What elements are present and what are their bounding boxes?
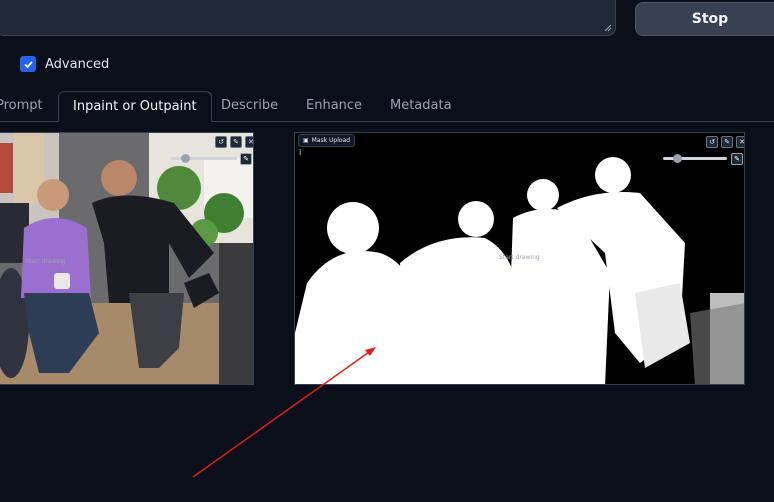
annotation-arrow xyxy=(192,347,376,478)
